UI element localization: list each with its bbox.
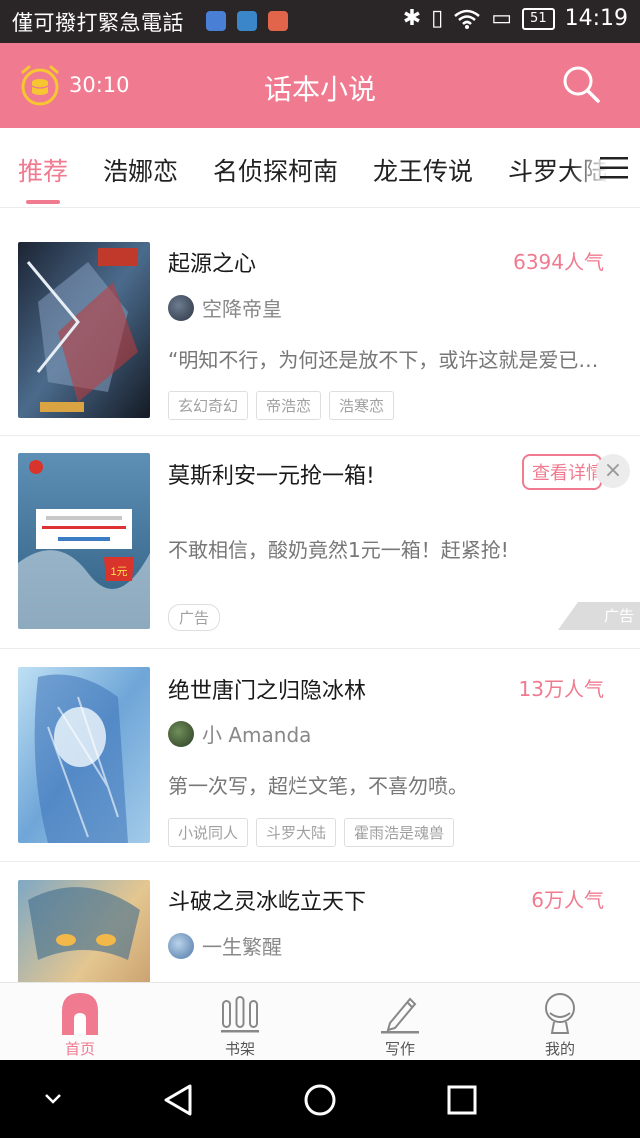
- nav-profile[interactable]: 我的: [480, 983, 640, 1061]
- book-cover[interactable]: [18, 667, 150, 843]
- book-tag[interactable]: 帝浩恋: [256, 391, 322, 420]
- book-tag[interactable]: 斗罗大陆: [256, 818, 337, 847]
- nav-bookshelf-label: 书架: [224, 1040, 255, 1058]
- back-icon[interactable]: [160, 1082, 196, 1118]
- ad-cover-price: 1元: [110, 566, 127, 578]
- clock: 14:19: [564, 6, 628, 31]
- book-tag[interactable]: 小说同人: [168, 818, 249, 847]
- nav-bookshelf[interactable]: 书架: [160, 983, 320, 1061]
- battery-icon: 51: [522, 7, 555, 30]
- book-cover[interactable]: [18, 242, 150, 418]
- category-tabs: 推荐 浩娜恋 名侦探柯南 龙王传说 斗罗大陆: [0, 128, 640, 208]
- book-popularity: 13万人气: [518, 677, 604, 701]
- book-description: “明知不行，为何还是放不下，或许这就是爱已…: [168, 348, 599, 372]
- book-tag[interactable]: 霍雨浩是魂兽: [344, 818, 455, 847]
- bookshelf-icon: [221, 996, 259, 1033]
- avatar: [168, 932, 194, 959]
- book-card[interactable]: 绝世唐门之归隐冰林 13万人气 小 Amanda 第一次写，超烂文笔，不喜勿喷。…: [0, 649, 640, 862]
- book-tag[interactable]: 浩寒恋: [329, 391, 395, 420]
- app-notification-icon: [237, 11, 257, 31]
- ad-mark: 广告: [558, 602, 640, 630]
- nav-write-label: 写作: [384, 1040, 415, 1058]
- app-title: 话本小说: [263, 73, 376, 106]
- search-icon[interactable]: [560, 63, 602, 105]
- book-description: 第一次写，超烂文笔，不喜勿喷。: [168, 774, 468, 798]
- book-cover[interactable]: [18, 880, 150, 982]
- ad-title[interactable]: 莫斯利安一元抢一箱!: [168, 458, 375, 490]
- nav-home-label: 首页: [64, 1040, 95, 1058]
- nav-home[interactable]: 首页: [0, 983, 160, 1061]
- nav-profile-label: 我的: [544, 1040, 575, 1058]
- tag-list: 玄幻奇幻 帝浩恋 浩寒恋: [168, 391, 395, 420]
- avatar: [168, 294, 194, 321]
- system-navigation-bar: [0, 1060, 640, 1138]
- author-name: 空降帝皇: [202, 297, 282, 321]
- location-notification-icon: [206, 11, 226, 31]
- view-details-button[interactable]: 查看详情: [522, 454, 602, 490]
- app2-notification-icon: [268, 11, 288, 31]
- ad-cover[interactable]: 1元: [18, 453, 150, 629]
- sim-icon: ▭: [491, 6, 513, 31]
- book-popularity: 6万人气: [531, 888, 604, 912]
- vibrate-icon: ▯: [431, 6, 444, 31]
- book-card[interactable]: 斗破之灵冰屹立天下 6万人气 一生繁醒: [0, 862, 640, 982]
- nav-write[interactable]: 写作: [320, 983, 480, 1061]
- profile-icon: [545, 993, 575, 1034]
- home-icon: [62, 993, 98, 1035]
- ad-badge: 广告: [168, 604, 221, 631]
- tab-haonalian[interactable]: 浩娜恋: [103, 152, 178, 188]
- book-title[interactable]: 起源之心: [168, 246, 256, 278]
- book-title[interactable]: 绝世唐门之归隐冰林: [168, 673, 366, 705]
- app-header: 30:10 话本小说: [0, 43, 640, 128]
- chevron-down-icon[interactable]: [42, 1090, 64, 1106]
- wifi-icon: [454, 9, 481, 29]
- book-popularity: 6394人气: [513, 250, 604, 274]
- active-tab-indicator: [26, 200, 60, 204]
- recent-apps-icon[interactable]: [444, 1082, 480, 1118]
- author-name: 小 Amanda: [202, 723, 312, 747]
- bluetooth-icon: ✱: [402, 6, 422, 31]
- pencil-icon: [381, 997, 419, 1034]
- avatar: [168, 720, 194, 747]
- carrier-text: 僅可撥打緊急電話: [12, 11, 184, 35]
- close-icon[interactable]: ×: [596, 454, 630, 488]
- author-row[interactable]: 空降帝皇: [168, 293, 282, 322]
- tag-list: 小说同人 斗罗大陆 霍雨浩是魂兽: [168, 818, 455, 847]
- tab-detective-conan[interactable]: 名侦探柯南: [213, 152, 338, 188]
- tab-dragon-king[interactable]: 龙王传说: [373, 152, 473, 188]
- book-card[interactable]: 起源之心 6394人气 空降帝皇 “明知不行，为何还是放不下，或许这就是爱已… …: [0, 208, 640, 436]
- author-row[interactable]: 小 Amanda: [168, 719, 311, 748]
- author-name: 一生繁醒: [202, 935, 282, 959]
- book-title[interactable]: 斗破之灵冰屹立天下: [168, 884, 366, 916]
- tab-recommend[interactable]: 推荐: [18, 152, 68, 188]
- book-tag[interactable]: 玄幻奇幻: [168, 391, 249, 420]
- author-row[interactable]: 一生繁醒: [168, 931, 282, 960]
- status-bar: 僅可撥打緊急電話 ✱ ▯ ▭ 51 14:19: [0, 0, 640, 43]
- bottom-navigation: 首页 书架 写作 我的: [0, 982, 640, 1060]
- tab-menu-icon[interactable]: [598, 154, 630, 182]
- ad-card[interactable]: 1元 莫斯利安一元抢一箱! 查看详情 × 不敢相信，酸奶竟然1元一箱！赶紧抢! …: [0, 436, 640, 649]
- ad-description: 不敢相信，酸奶竟然1元一箱！赶紧抢!: [168, 538, 509, 562]
- home-button-icon[interactable]: [302, 1082, 338, 1118]
